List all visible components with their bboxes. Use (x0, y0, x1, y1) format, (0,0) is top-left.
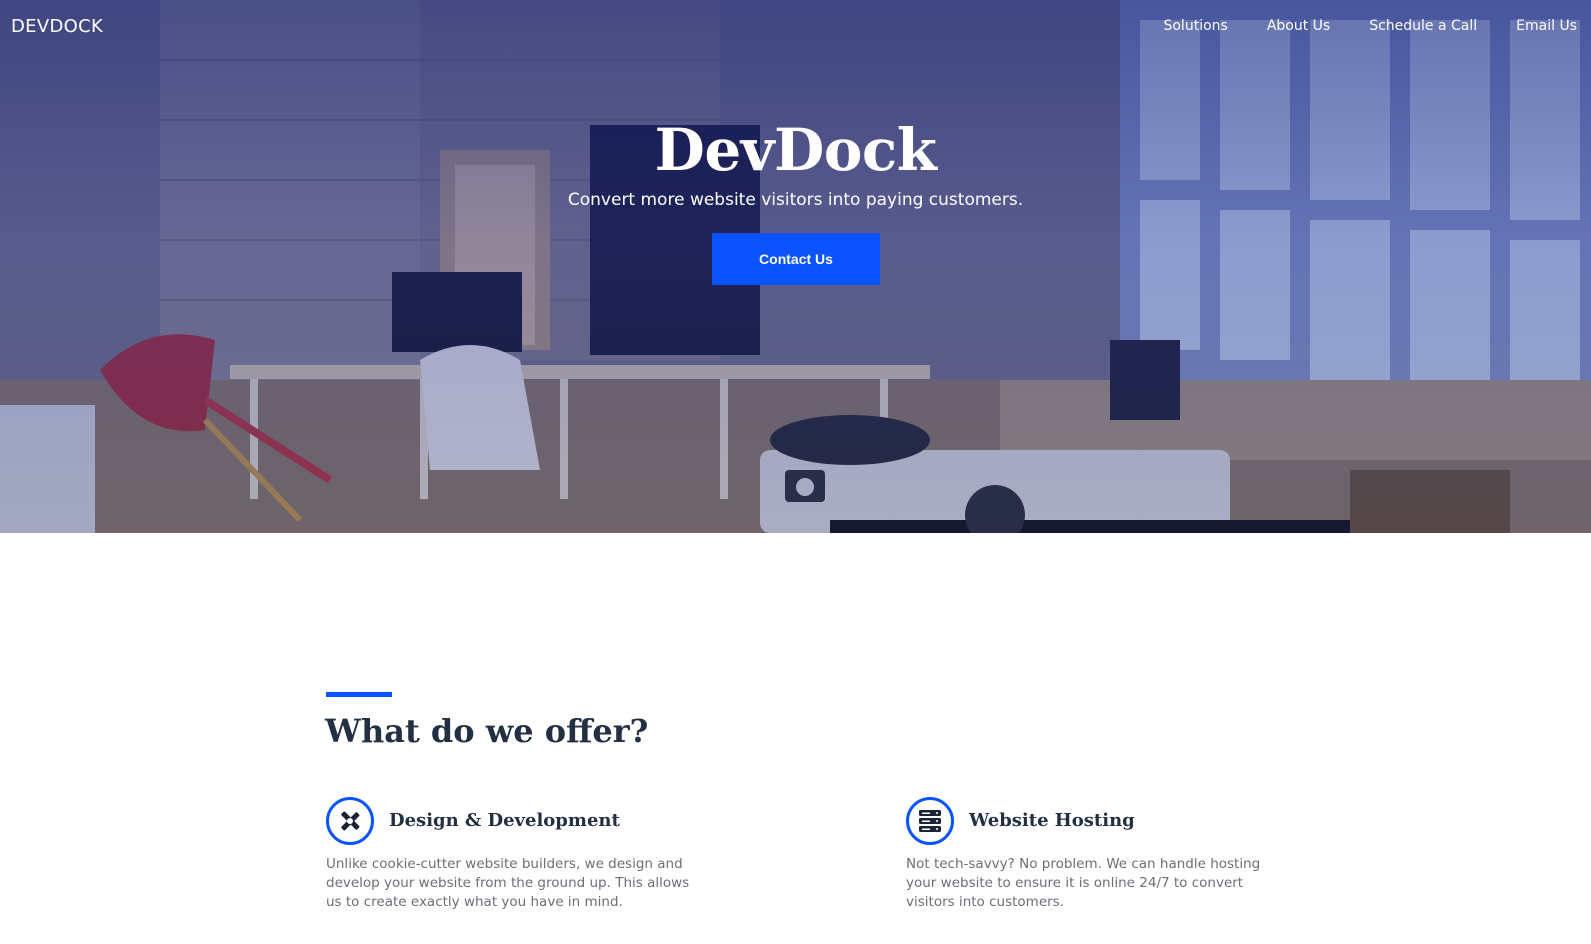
feature-title: Website Hosting (969, 810, 1135, 831)
section-accent-bar (326, 692, 392, 697)
design-development-icon (326, 797, 374, 845)
section-title: What do we offer? (325, 712, 649, 750)
nav-link-about-us[interactable]: About Us (1267, 18, 1330, 34)
feature-description: Unlike cookie-cutter website builders, w… (326, 856, 690, 910)
nav-link-email-us[interactable]: Email Us (1516, 18, 1577, 34)
nav-links: Solutions About Us Schedule a Call Email… (1124, 18, 1577, 34)
hero-section: DEVDOCK Solutions About Us Schedule a Ca… (0, 0, 1591, 533)
server-icon (906, 797, 954, 845)
feature-title: Design & Development (389, 810, 620, 831)
top-navbar: DEVDOCK Solutions About Us Schedule a Ca… (0, 0, 1591, 56)
nav-link-solutions[interactable]: Solutions (1163, 18, 1227, 34)
feature-description: Not tech-savvy? No problem. We can handl… (906, 856, 1261, 910)
hero-title: DevDock (654, 116, 937, 184)
brand-logo[interactable]: DEVDOCK (11, 16, 103, 37)
nav-link-schedule-call[interactable]: Schedule a Call (1369, 18, 1477, 34)
contact-us-button[interactable]: Contact Us (712, 233, 880, 285)
hero-subtitle: Convert more website visitors into payin… (567, 190, 1024, 210)
